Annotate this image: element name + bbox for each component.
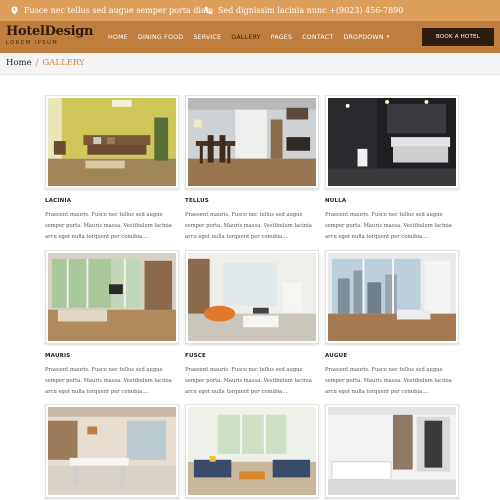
nav-gallery[interactable]: GALLERY [231,34,260,41]
nav-dropdown-label: DROPDOWN [343,33,384,41]
gallery-desc: Praesent mauris. Fusce nec tellus sed au… [45,212,172,240]
gallery-photo-dining-room[interactable] [185,95,319,189]
gallery-desc: Praesent mauris. Fusce nec tellus sed au… [45,367,172,395]
gallery-title: FUSCE [185,353,206,359]
nav-contact[interactable]: CONTACT [302,34,333,41]
map-pin-icon [11,6,18,15]
book-hotel-button[interactable]: BOOK A HOTEL [422,28,494,46]
logo-tagline: LOREM IPSUM [6,40,59,46]
phone-icon [204,6,213,15]
gallery-card[interactable]: NULLA Praesent mauris. Fusce nec tellus … [325,95,459,243]
gallery-title: AUGUE [325,353,348,359]
breadcrumb-home[interactable]: Home [6,58,32,68]
breadcrumb-bar: Home / GALLERY [0,53,500,75]
breadcrumb: Home / GALLERY [6,58,85,68]
address-info: Fusce nec tellus sed augue semper porta … [10,0,213,21]
address-text: Fusce nec tellus sed augue semper porta … [24,6,214,15]
nav-service[interactable]: SERVICE [193,34,221,41]
breadcrumb-separator: / [35,58,39,68]
gallery-photo-sunroom[interactable] [45,250,179,344]
breadcrumb-current: GALLERY [42,58,85,68]
gallery-photo-family-room[interactable] [185,404,319,498]
caret-down-icon: ▾ [386,34,390,40]
nav-dining-food[interactable]: DINING FOOD [138,34,183,41]
gallery-card[interactable]: AUGUE Praesent mauris. Fusce nec tellus … [325,250,459,398]
logo[interactable]: HotelDesign LOREM IPSUM [6,24,94,46]
top-info-bar: Fusce nec tellus sed augue semper porta … [0,0,500,21]
gallery-card[interactable]: FUSCE Praesent mauris. Fusce nec tellus … [185,250,319,398]
gallery-desc: Praesent mauris. Fusce nec tellus sed au… [325,367,452,395]
gallery-title: MAURIS [45,353,71,359]
gallery-photo-bathroom[interactable] [325,95,459,189]
logo-name: HotelDesign [6,24,94,39]
gallery-card[interactable] [325,404,459,500]
phone-text: Sed dignissim lacinia nunc +(9023) 456-7… [218,6,404,15]
gallery-photo-city-view[interactable] [325,250,459,344]
main-header: HotelDesign LOREM IPSUM HOME DINING FOOD… [0,21,500,53]
gallery-desc: Praesent mauris. Fusce nec tellus sed au… [185,212,312,240]
gallery-title: NULLA [325,198,347,204]
gallery-photo-open-dining[interactable] [45,404,179,498]
gallery-photo-white-bathroom[interactable] [325,404,459,498]
gallery-card[interactable]: LACINIA Praesent mauris. Fusce nec tellu… [45,95,179,243]
main-nav: HOME DINING FOOD SERVICE GALLERY PAGES C… [108,21,399,53]
nav-home[interactable]: HOME [108,34,128,41]
gallery-title: LACINIA [45,198,72,204]
phone-info: Sed dignissim lacinia nunc +(9023) 456-7… [204,0,403,21]
nav-pages[interactable]: PAGES [271,34,292,41]
nav-dropdown[interactable]: DROPDOWN ▾ [343,34,389,41]
gallery-title: TELLUS [185,198,209,204]
gallery-photo-living-room[interactable] [45,95,179,189]
gallery-card[interactable] [45,404,179,500]
gallery-card[interactable]: TELLUS Praesent mauris. Fusce nec tellus… [185,95,319,243]
gallery-card[interactable]: MAURIS Praesent mauris. Fusce nec tellus… [45,250,179,398]
gallery-card[interactable] [185,404,319,500]
gallery-photo-lounge[interactable] [185,250,319,344]
gallery-desc: Praesent mauris. Fusce nec tellus sed au… [325,212,452,240]
gallery-desc: Praesent mauris. Fusce nec tellus sed au… [185,367,312,395]
